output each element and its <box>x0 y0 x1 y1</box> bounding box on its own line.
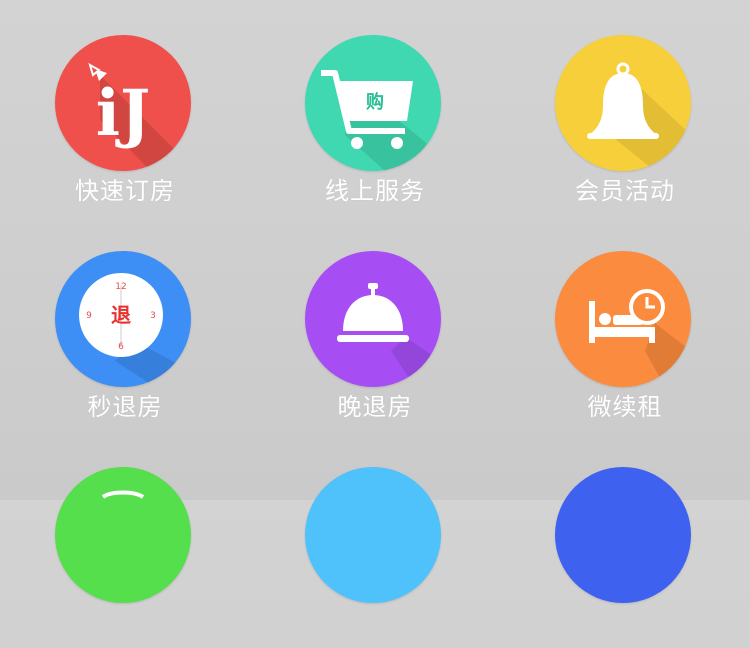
menu-item-label: 晚退房 <box>337 393 413 421</box>
menu-item-member-events[interactable]: 会员活动 <box>500 0 750 216</box>
svg-text:6: 6 <box>118 342 124 352</box>
cart-text: 购 <box>366 91 384 113</box>
partial-icon <box>555 467 691 603</box>
menu-item-quick-booking[interactable]: iJ 快速订房 <box>0 0 250 216</box>
svg-text:9: 9 <box>86 311 92 321</box>
clock-checkout-icon: 12 3 6 9 退 <box>55 251 191 387</box>
menu-item-label: 会员活动 <box>575 177 675 205</box>
menu-item-late-checkout[interactable]: 晚退房 <box>250 216 500 432</box>
menu-item-partial[interactable] <box>500 432 750 648</box>
menu-item-instant-checkout[interactable]: 12 3 6 9 退 秒退房 <box>0 216 250 432</box>
bell-icon <box>555 35 691 171</box>
menu-item-extend-stay[interactable]: 微续租 <box>500 216 750 432</box>
clock-text: 退 <box>111 303 131 327</box>
menu-item-partial[interactable] <box>250 432 500 648</box>
hotel-booking-icon: iJ <box>55 35 191 171</box>
shopping-cart-icon: 购 <box>305 35 441 171</box>
menu-item-online-service[interactable]: 购 线上服务 <box>250 0 500 216</box>
svg-text:12: 12 <box>115 282 126 292</box>
service-grid: iJ 快速订房 购 线上服务 会员活动 12 3 6 9 退 秒退房 晚退房 微… <box>0 0 750 603</box>
menu-item-label: 快速订房 <box>75 177 175 205</box>
menu-item-label: 秒退房 <box>87 393 163 421</box>
partial-icon <box>55 467 191 603</box>
menu-item-label: 线上服务 <box>325 177 425 205</box>
bed-clock-icon <box>555 251 691 387</box>
menu-item-label: 微续租 <box>587 393 663 421</box>
service-bell-icon <box>305 251 441 387</box>
svg-text:iJ: iJ <box>96 76 151 151</box>
partial-icon <box>305 467 441 603</box>
svg-text:3: 3 <box>150 311 156 321</box>
menu-item-partial[interactable] <box>0 432 250 648</box>
